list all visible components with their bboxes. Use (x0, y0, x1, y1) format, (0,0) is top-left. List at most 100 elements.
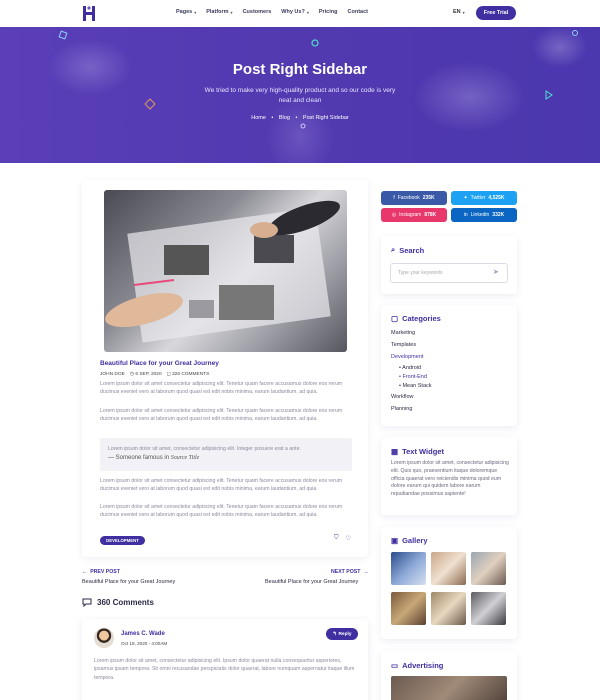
post-paragraph: Lorem ipsum dolor sit amet consectetur a… (100, 408, 343, 423)
post-actions: ⛉ ♡ (334, 535, 351, 542)
heart-icon[interactable]: ♡ (346, 535, 351, 542)
menu-customers[interactable]: Customers (243, 9, 272, 15)
main-menu: Pages ▾ Platform ▾ Customers Why Us? ▾ Pric… (176, 9, 378, 15)
comment-icon (82, 598, 92, 607)
arrow-left-icon: ← (82, 569, 88, 575)
prev-post-title[interactable]: Beautiful Place for your Great Journey (82, 579, 175, 585)
language-select[interactable]: EN ▾ (453, 9, 465, 15)
bookmark-icon[interactable]: ⛉ (334, 535, 339, 542)
post-paragraph: Lorem ipsum dolor sit amet consectetur a… (100, 478, 343, 493)
post-date-value: 6 SEP, 2020 (135, 372, 162, 377)
social-twitter[interactable]: ✦ Twitter 4,525K (451, 191, 517, 205)
gallery-thumbnail[interactable] (431, 592, 466, 625)
chevron-down-icon: ▾ (230, 9, 233, 15)
chevron-down-icon: ▾ (462, 9, 465, 15)
category-subitem[interactable]: • Mean Stack (399, 383, 432, 389)
gallery-thumbnail[interactable] (391, 552, 426, 585)
social-count: 235K (422, 195, 435, 201)
next-post-title[interactable]: Beautiful Place for your Great Journey (265, 579, 358, 585)
post-comments-value: 326 COMMENTS (171, 372, 210, 377)
gallery-thumbnail[interactable] (431, 552, 466, 585)
post-title[interactable]: Beautiful Place for your Great Journey (100, 360, 219, 367)
post-comments-count[interactable]: ◻ 326 COMMENTS (167, 372, 210, 377)
social-instagram[interactable]: ◎ Instagram 878K (381, 208, 447, 222)
category-subitem[interactable]: • Android (399, 365, 421, 371)
comment-date: Oct 18, 2020 - 4:00AM (121, 641, 168, 646)
post-date: ◷ 6 SEP, 2020 (129, 372, 162, 377)
photo-illustration (105, 200, 340, 343)
menu-label: Pricing (318, 9, 338, 15)
category-item[interactable]: Planning (391, 406, 412, 412)
breadcrumb-blog[interactable]: Blog (279, 115, 290, 121)
hero-banner: Post Right Sidebar We tried to make very… (0, 27, 600, 163)
gallery-thumbnail[interactable] (471, 592, 506, 625)
brand-logo[interactable] (82, 5, 96, 22)
widget-title-text: Search (399, 245, 425, 255)
comment-text: Lorem ipsum dolor sit amet, consectetur … (94, 658, 355, 681)
chevron-down-icon: ▾ (306, 9, 309, 15)
twitter-icon: ✦ (463, 195, 468, 201)
next-post-label: NEXT POST (331, 569, 361, 575)
facebook-icon: f (393, 195, 395, 201)
top-navbar: Pages ▾ Platform ▾ Customers Why Us? ▾ Pric… (0, 0, 600, 27)
reply-label: Reply (338, 631, 352, 637)
send-icon[interactable]: ➤ (493, 268, 499, 276)
breadcrumb-home[interactable]: Home (251, 115, 266, 121)
linkedin-icon: in (463, 212, 468, 218)
menu-platform[interactable]: Platform ▾ (206, 9, 232, 15)
social-linkedin[interactable]: in Linkedin 332K (451, 208, 517, 222)
post-blockquote: Lorem ipsum dolor sit amet, consectetur … (100, 438, 352, 471)
avatar (94, 628, 114, 648)
category-subitem-label: Mean Stack (402, 383, 432, 389)
category-subitem[interactable]: • Front-End (399, 374, 427, 380)
post-paragraph: Lorem ipsum dolor sit amet consectetur a… (100, 381, 343, 396)
social-count: 878K (424, 212, 437, 218)
widget-title-text: Text Widget (402, 447, 444, 456)
gallery-widget-title: ▣ Gallery (391, 536, 428, 545)
reply-icon: ↰ (332, 631, 337, 637)
social-name: Linkedin (470, 212, 490, 218)
category-item[interactable]: Marketing (391, 330, 415, 336)
breadcrumb-current: Post Right Sidebar (302, 115, 349, 121)
social-name: Facebook (397, 195, 420, 201)
post-featured-image (104, 190, 347, 352)
social-facebook[interactable]: f Facebook 235K (381, 191, 447, 205)
comments-heading-text: 360 Comments (97, 598, 154, 607)
comment-author[interactable]: James C. Wade (121, 631, 165, 637)
social-count: 4,525K (488, 195, 505, 201)
menu-label: Why Us? (281, 9, 305, 15)
next-post-link[interactable]: NEXT POST → (331, 569, 369, 575)
menu-contact[interactable]: Contact (348, 9, 368, 15)
page-subtitle: We tried to make very high-quality produ… (204, 87, 396, 104)
text-widget-title: ▦ Text Widget (391, 447, 444, 456)
post-tag[interactable]: DEVELOPMENT (100, 536, 145, 545)
monitor-icon: ▭ (391, 661, 399, 670)
breadcrumb: Home • Blog • Post Right Sidebar (0, 115, 600, 121)
menu-pricing[interactable]: Pricing (319, 9, 338, 15)
comments-heading: 360 Comments (82, 598, 154, 607)
prev-post-label: PREV POST (90, 569, 120, 575)
widget-title-text: Categories (402, 314, 441, 323)
search-icon: ⌕ (391, 245, 396, 254)
language-label: EN (453, 9, 461, 15)
gallery-thumbnail[interactable] (471, 552, 506, 585)
reply-button[interactable]: ↰ Reply (326, 628, 358, 640)
chevron-down-icon: ▾ (194, 9, 197, 15)
category-item[interactable]: Templates (391, 342, 416, 348)
arrow-right-icon: → (363, 569, 369, 575)
search-input[interactable]: Type your keywords (390, 263, 508, 283)
category-subitem-label: Front-End (402, 374, 427, 380)
prev-post-link[interactable]: ← PREV POST (82, 569, 120, 575)
advertising-banner[interactable] (391, 676, 507, 700)
breadcrumb-separator: • (271, 115, 274, 121)
category-item[interactable]: Workflow (391, 394, 414, 400)
category-item-active[interactable]: Development (391, 354, 423, 360)
free-trial-button[interactable]: Free Trial (476, 6, 516, 20)
post-author[interactable]: JOHN DOE (100, 372, 125, 377)
menu-label: Contact (347, 9, 368, 15)
menu-pages[interactable]: Pages ▾ (176, 9, 196, 15)
menu-why-us[interactable]: Why Us? ▾ (281, 9, 309, 15)
gallery-thumbnail[interactable] (391, 592, 426, 625)
social-name: Twitter (470, 195, 486, 201)
text-widget-body: Lorem ipsum dolor sit amet, consectetur … (391, 460, 509, 498)
